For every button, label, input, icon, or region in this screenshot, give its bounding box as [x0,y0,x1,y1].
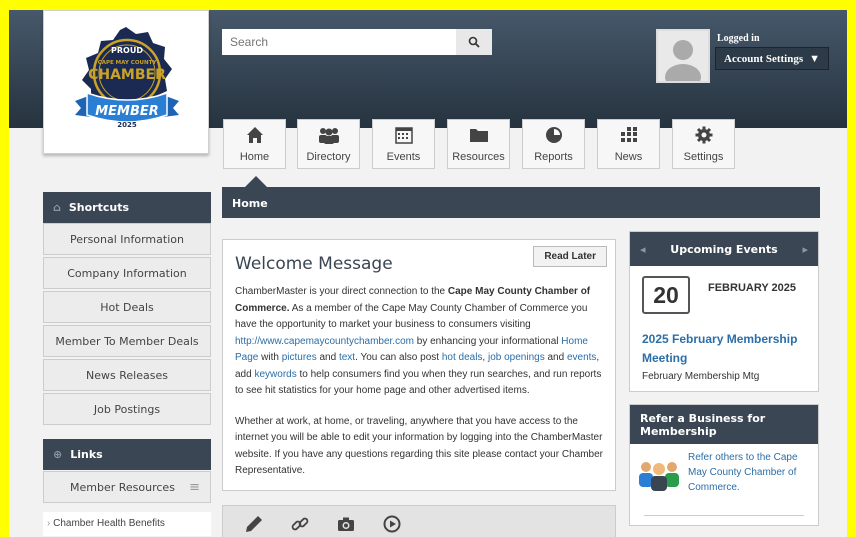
people-group-icon [639,462,679,491]
welcome-panel: Welcome Message Read Later ChamberMaster… [222,239,616,491]
nav-label: Reports [534,151,573,163]
svg-text:2025: 2025 [117,121,137,129]
shortcut-personal-information[interactable]: Personal Information [43,223,211,255]
links-title: Links [70,448,103,461]
text-span: by enhancing your informational [413,335,562,347]
shortcut-news-releases[interactable]: News Releases [43,359,211,391]
hot-deals-link[interactable]: hot deals [442,352,483,363]
svg-text:CHAMBER: CHAMBER [88,67,166,83]
events-link[interactable]: events [567,352,596,363]
search-input[interactable] [222,29,456,55]
text-span: and [544,352,567,363]
nav-reports[interactable]: Reports [522,119,585,169]
arrow-left-icon[interactable]: ◂ [640,243,646,256]
welcome-paragraph-1: ChamberMaster is your direct connection … [235,284,603,400]
event-description: February Membership Mtg [642,371,760,382]
arrow-right-icon[interactable]: ▸ [802,243,808,256]
shortcut-member-to-member-deals[interactable]: Member To Member Deals [43,325,211,357]
links-header: ⊕ Links [43,439,211,470]
sub-link-label: Chamber Health Benefits [53,518,165,529]
nav-label: Home [239,151,270,163]
search-icon [468,36,480,48]
users-icon [317,124,341,146]
refer-business-link[interactable]: Refer others to the Cape May County Cham… [688,450,812,495]
play-icon[interactable] [383,515,401,536]
chamber-badge-icon: PROUD CAPE MAY COUNTY CHAMBER MEMBER 202… [75,27,179,129]
link-member-resources[interactable]: Member Resources ≡ [43,471,211,503]
app-frame: PROUD CAPE MAY COUNTY CHAMBER MEMBER 202… [9,10,847,537]
nav-label: Settings [683,151,724,163]
avatar[interactable] [656,29,710,83]
active-nav-caret [245,176,267,187]
refer-business-panel: Refer a Business for Membership Refer ot… [629,404,819,526]
nav-label: Resources [452,151,505,163]
account-settings-button[interactable]: Account Settings ▼ [715,47,830,70]
svg-text:PROUD: PROUD [111,46,143,55]
text-link[interactable]: text [339,352,355,363]
folder-icon [469,124,489,146]
pie-chart-icon [545,124,563,146]
nav-news[interactable]: News [597,119,660,169]
svg-text:CAPE MAY COUNTY: CAPE MAY COUNTY [98,60,158,66]
nav-home[interactable]: Home [223,119,286,169]
upcoming-events-title: Upcoming Events [670,242,778,256]
home-icon: ⌂ [53,201,61,214]
text-span: . You can also post [355,352,442,363]
shortcut-company-information[interactable]: Company Information [43,257,211,289]
links-list: Member Resources ≡ [43,471,211,505]
home-icon [246,124,264,146]
gear-icon [695,124,713,146]
welcome-paragraph-2: Whether at work, at home, or traveling, … [235,415,603,477]
pictures-link[interactable]: pictures [282,352,317,363]
search-bar [222,29,492,55]
chamber-website-link[interactable]: http://www.capemaycountychamber.com [235,336,414,347]
refer-business-body: Refer others to the Cape May County Cham… [630,444,818,495]
event-date-month: FEBRUARY 2025 [708,282,797,294]
text-span: with [258,352,282,363]
nav-events[interactable]: Events [372,119,435,169]
keywords-link[interactable]: keywords [254,369,296,380]
link-chamber-health-benefits[interactable]: › Chamber Health Benefits [43,512,211,536]
chevron-right-icon: › [47,518,51,529]
menu-lines-icon: ≡ [189,479,200,495]
nav-settings[interactable]: Settings [672,119,735,169]
nav-directory[interactable]: Directory [297,119,360,169]
link-label: Member Resources [70,480,175,494]
divider [644,515,804,516]
nav-label: News [614,151,643,163]
account-settings-label: Account Settings [724,52,804,65]
user-silhouette-icon [658,31,708,81]
welcome-toolbar [222,505,616,537]
nav-resources[interactable]: Resources [447,119,510,169]
event-date-day: 20 [642,276,690,314]
text-span: ChamberMaster is your direct connection … [235,286,448,297]
shortcut-job-postings[interactable]: Job Postings [43,393,211,425]
calendar-icon [394,124,413,146]
read-later-button[interactable]: Read Later [533,246,607,267]
shortcut-hot-deals[interactable]: Hot Deals [43,291,211,323]
logged-in-label: Logged in [717,33,760,44]
page-title: Home [222,187,820,218]
shortcuts-header: ⌂ Shortcuts [43,192,211,223]
chevron-down-icon: ▼ [809,52,821,65]
svg-text:MEMBER: MEMBER [95,104,159,119]
shortcuts-title: Shortcuts [68,201,130,214]
news-icon [620,124,638,146]
upcoming-events-panel: ◂ Upcoming Events ▸ 20 FEBRUARY 2025 202… [629,231,819,392]
main-nav: Home Directory Events Resources Reports … [223,119,747,169]
member-logo[interactable]: PROUD CAPE MAY COUNTY CHAMBER MEMBER 202… [43,10,209,154]
globe-icon: ⊕ [53,448,63,461]
job-openings-link[interactable]: job openings [488,352,545,363]
refer-business-title: Refer a Business for Membership [630,405,818,444]
pencil-icon[interactable] [245,515,263,536]
upcoming-events-header: ◂ Upcoming Events ▸ [630,232,818,266]
camera-icon[interactable] [337,516,355,535]
event-title-link[interactable]: 2025 February Membership Meeting [642,330,812,368]
search-button[interactable] [456,29,492,55]
text-span: and [316,352,339,363]
nav-label: Directory [306,151,351,163]
shortcuts-list: Personal Information Company Information… [43,223,211,427]
link-icon[interactable] [291,515,309,536]
nav-label: Events [386,151,421,163]
